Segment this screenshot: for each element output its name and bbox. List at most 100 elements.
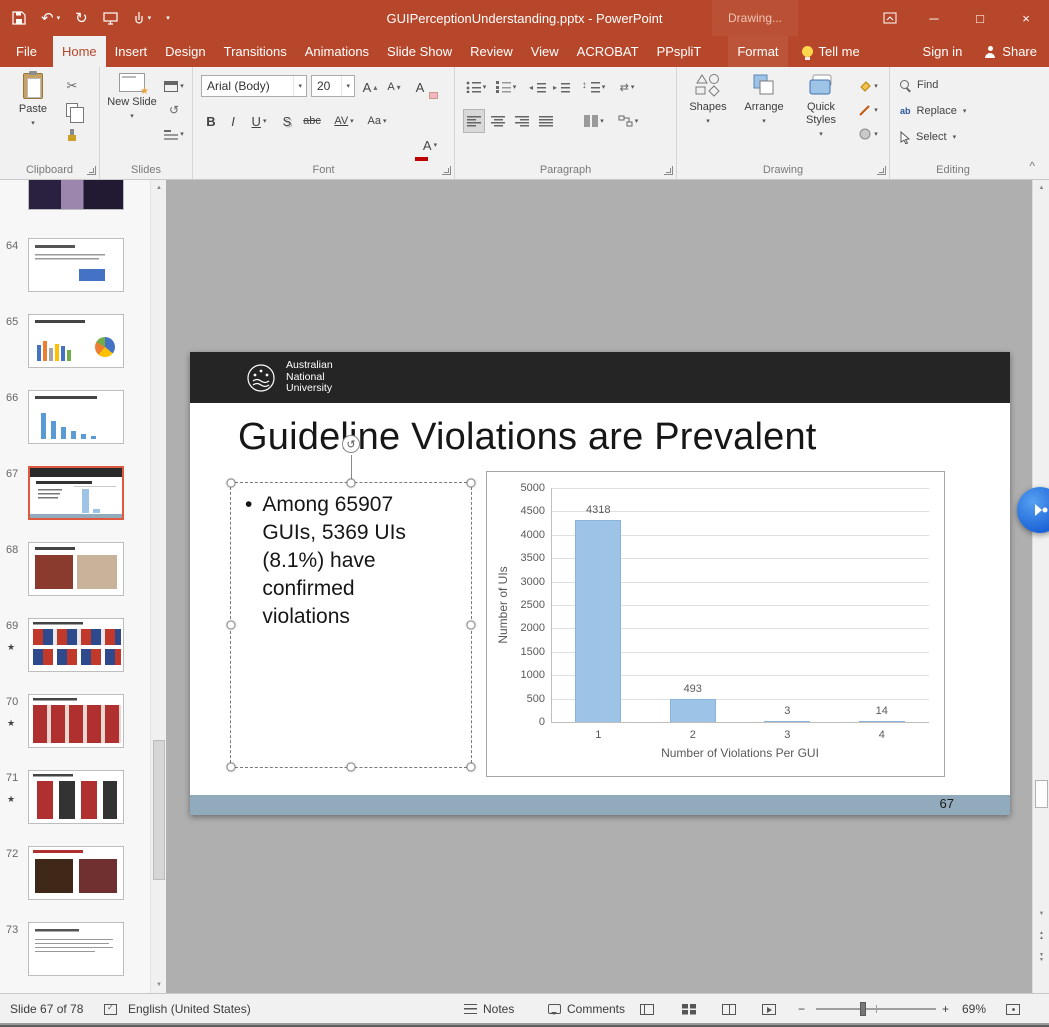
scroll-thumb[interactable]	[1035, 780, 1048, 808]
layout-button[interactable]: ▾	[162, 75, 186, 97]
tab-acrobat[interactable]: ACROBAT	[568, 36, 648, 67]
shape-outline-button[interactable]: ▾	[853, 99, 883, 121]
columns-button[interactable]: ▾	[581, 109, 607, 133]
resize-handle-top-left[interactable]	[227, 479, 236, 488]
slide-thumbnail[interactable]	[0, 180, 150, 212]
cut-button[interactable]: ✂	[60, 75, 84, 97]
sidebar-scroll-down-icon[interactable]: ▼	[151, 977, 167, 993]
tab-insert[interactable]: Insert	[106, 36, 157, 67]
resize-handle-top-center[interactable]	[347, 479, 356, 488]
numbering-button[interactable]: ▾	[493, 75, 519, 99]
align-right-button[interactable]	[511, 109, 533, 133]
slide-thumbnail[interactable]: 70★	[0, 694, 150, 750]
slide-thumbnail[interactable]: 71★	[0, 770, 150, 826]
tab-animations[interactable]: Animations	[296, 36, 378, 67]
strikethrough-button[interactable]: abc	[299, 109, 325, 133]
ribbon-display-options-button[interactable]	[869, 0, 911, 36]
convert-to-smartart-button[interactable]: ▾	[613, 109, 643, 133]
customize-qat-button[interactable]: ▾	[166, 15, 170, 22]
find-button[interactable]: Find	[900, 73, 970, 97]
normal-view-button[interactable]	[640, 994, 654, 1024]
tab-slide-show[interactable]: Slide Show	[378, 36, 461, 67]
tab-ppsplit[interactable]: PPspliT	[648, 36, 711, 67]
resize-handle-bottom-right[interactable]	[467, 763, 476, 772]
bold-button[interactable]: B	[201, 109, 221, 133]
slide-show-view-button[interactable]	[762, 994, 776, 1024]
slide-thumbnail[interactable]: 66	[0, 390, 150, 446]
next-slide-button[interactable]: ▼▼	[1033, 948, 1049, 968]
sign-in-link[interactable]: Sign in	[923, 36, 963, 67]
slide-thumbnail[interactable]: 73	[0, 922, 150, 978]
resize-handle-top-right[interactable]	[467, 479, 476, 488]
slide-page-number[interactable]: 67	[940, 796, 954, 811]
bullets-button[interactable]: ▾	[463, 75, 489, 99]
repeat-button[interactable]: ↻	[75, 11, 88, 26]
shrink-font-button[interactable]: A▾	[383, 75, 405, 99]
reading-view-button[interactable]	[722, 994, 736, 1024]
replace-button[interactable]: abReplace▾	[900, 99, 990, 123]
scroll-up-icon[interactable]: ▲	[1033, 180, 1049, 196]
change-case-button[interactable]: Aa▾	[363, 109, 391, 133]
scroll-down-icon[interactable]: ▼	[1033, 906, 1049, 922]
close-button[interactable]: ×	[1003, 0, 1049, 36]
underline-button[interactable]: U▾	[245, 109, 273, 133]
language-button[interactable]: English (United States)	[128, 994, 251, 1024]
paragraph-dialog-launcher[interactable]	[664, 166, 673, 175]
drawing-dialog-launcher[interactable]	[877, 166, 886, 175]
reset-button[interactable]: ↺	[162, 99, 186, 121]
font-size-combobox[interactable]: 20▾	[311, 75, 355, 97]
zoom-out-button[interactable]: −	[798, 994, 805, 1024]
grow-font-button[interactable]: A▴	[359, 75, 381, 99]
shape-fill-button[interactable]: ▾	[853, 75, 883, 97]
clear-formatting-button[interactable]: A	[409, 75, 431, 99]
proofing-status-button[interactable]	[104, 994, 117, 1024]
italic-button[interactable]: I	[223, 109, 243, 133]
share-button[interactable]: Share	[984, 36, 1037, 67]
maximize-button[interactable]: □	[957, 0, 1003, 36]
rotate-handle-icon[interactable]: ↺	[342, 435, 360, 453]
sidebar-scroll-thumb[interactable]	[153, 740, 165, 880]
tab-design[interactable]: Design	[156, 36, 214, 67]
align-center-button[interactable]	[487, 109, 509, 133]
slide-thumbnail[interactable]: 67	[0, 466, 150, 522]
font-color-button[interactable]: A▾	[415, 133, 445, 157]
slide-canvas[interactable]: Australian National University Guideline…	[190, 352, 1010, 815]
copy-button[interactable]	[60, 99, 84, 121]
slide-sorter-view-button[interactable]	[682, 994, 696, 1024]
comments-toggle[interactable]: Comments	[548, 994, 625, 1024]
tab-home[interactable]: Home	[53, 36, 106, 67]
fit-slide-to-window-button[interactable]	[1006, 994, 1020, 1024]
clipboard-dialog-launcher[interactable]	[87, 166, 96, 175]
start-from-beginning-button[interactable]	[103, 12, 118, 25]
previous-slide-button[interactable]: ▲▲	[1033, 926, 1049, 946]
resize-handle-middle-left[interactable]	[227, 621, 236, 630]
notes-toggle[interactable]: Notes	[464, 994, 514, 1024]
bullet-text[interactable]: Among 65907 GUIs, 5369 UIs (8.1%) have c…	[262, 491, 438, 631]
new-slide-button[interactable]: New Slide ▾	[104, 73, 160, 161]
sidebar-scrollbar[interactable]: ▲ ▼	[150, 180, 166, 993]
slide-thumbnail[interactable]: 72	[0, 846, 150, 902]
collapse-ribbon-button[interactable]: ^	[1029, 159, 1035, 173]
quick-styles-button[interactable]: Quick Styles ▾	[793, 73, 849, 161]
text-direction-button[interactable]: ⇄▾	[613, 75, 641, 99]
select-button[interactable]: Select▾	[900, 125, 990, 149]
sidebar-scroll-up-icon[interactable]: ▲	[151, 180, 167, 196]
tab-transitions[interactable]: Transitions	[215, 36, 296, 67]
tab-file[interactable]: File	[0, 36, 53, 67]
arrange-button[interactable]: Arrange ▾	[737, 73, 791, 161]
character-spacing-button[interactable]: AV▾	[329, 109, 359, 133]
minimize-button[interactable]: ─	[911, 0, 957, 36]
slide-thumbnail[interactable]: 69★	[0, 618, 150, 674]
align-left-button[interactable]	[463, 109, 485, 133]
tell-me-box[interactable]: Tell me	[802, 36, 860, 67]
selected-text-box[interactable]: • Among 65907 GUIs, 5369 UIs (8.1%) have…	[230, 482, 472, 768]
zoom-in-button[interactable]: +	[942, 994, 949, 1024]
shape-effects-button[interactable]: ▾	[853, 123, 883, 145]
slide-thumbnail[interactable]: 64	[0, 238, 150, 294]
text-shadow-button[interactable]: S	[277, 109, 297, 133]
decrease-indent-button[interactable]: ◂	[527, 75, 549, 99]
increase-indent-button[interactable]: ▸	[551, 75, 573, 99]
undo-button[interactable]: ↶▾	[41, 11, 60, 26]
slide-thumbnail[interactable]: 65	[0, 314, 150, 370]
tab-review[interactable]: Review	[461, 36, 522, 67]
